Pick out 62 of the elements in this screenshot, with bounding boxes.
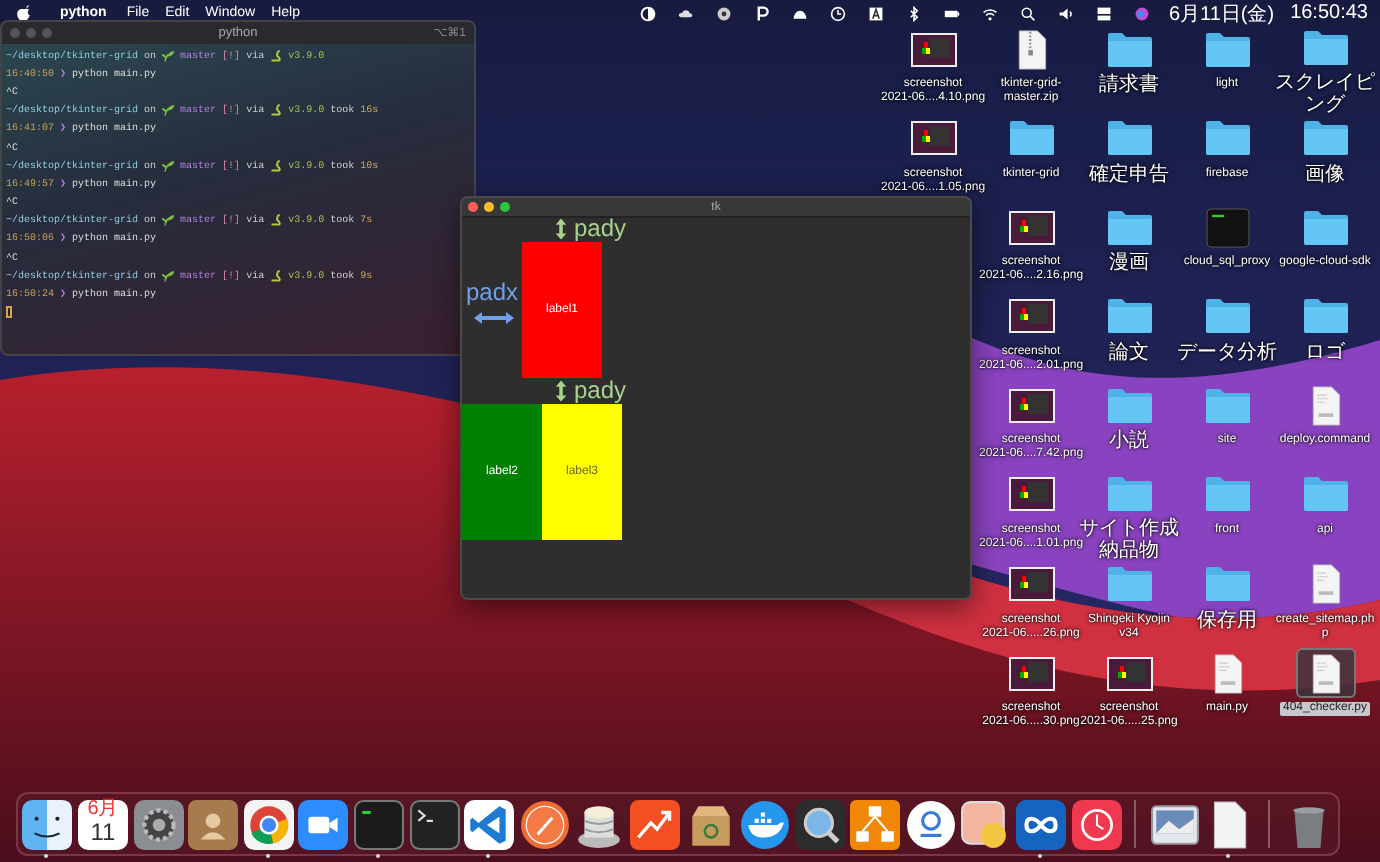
screenshot-thumbnail-icon[interactable] [1007,207,1055,248]
overlapping-squares-icon[interactable] [960,799,1011,849]
annotation-label: padx [466,282,519,304]
menu-date[interactable]: 6月11日(金) [1168,0,1275,27]
screenshot-thumbnail-icon[interactable] [1007,474,1055,515]
close-button[interactable] [468,202,478,212]
image-icon[interactable] [1149,799,1200,849]
sprout-icon [162,49,175,62]
rocket-icon[interactable] [519,799,570,849]
batt-status-icon[interactable] [943,5,960,21]
gear-icon[interactable] [133,799,184,849]
disc-status-icon[interactable] [715,5,732,21]
screenshot-thumbnail-icon[interactable] [1007,296,1055,337]
sprout-icon [162,104,175,117]
file-name[interactable]: 請求書 [1075,74,1183,96]
calendar-month: 6月 [87,799,119,819]
menu-time[interactable]: 16:50:43 [1290,2,1368,24]
calendar-icon[interactable]: 6月 11 [77,799,128,849]
file-name[interactable]: 確定申告 [1075,163,1183,186]
half-status-icon[interactable] [639,5,656,21]
file-name[interactable]: 画像 [1271,163,1379,186]
annotation-label: pady [574,218,627,240]
diagram-icon[interactable] [850,799,901,849]
screenshot-thumbnail-icon[interactable] [1007,564,1055,605]
sprout-icon [162,269,175,282]
infinity-icon[interactable] [1016,799,1067,849]
terminal-icon[interactable] [353,799,404,849]
video-camera-icon[interactable] [298,799,349,849]
siri-status-icon[interactable] [1133,5,1150,21]
snake-icon [270,214,283,227]
terminal-icon[interactable] [409,799,460,849]
search-status-icon[interactable] [1019,5,1036,21]
sprout-icon [162,214,175,227]
clock-status-icon[interactable] [829,5,846,21]
clock-icon[interactable] [1071,799,1122,849]
zoom-button[interactable] [500,202,510,212]
face-icon[interactable] [22,799,73,849]
screenshot-thumbnail-icon[interactable] [909,29,957,69]
snake-icon [270,49,283,62]
screenshot-thumbnail-icon[interactable] [909,118,957,159]
snake-icon [270,159,283,172]
whale-icon[interactable] [740,799,791,849]
annotation-label: pady [574,380,627,402]
speaker-status-icon[interactable] [1057,5,1074,21]
screenshot-thumbnail-icon[interactable] [1007,385,1055,426]
snake-icon [270,269,283,282]
apple-icon[interactable] [16,3,32,23]
screenshot-thumbnail-icon[interactable] [1105,653,1153,694]
file-name[interactable]: データ分析 [1173,341,1281,364]
file-name[interactable]: スクレイピング [1271,71,1379,116]
minimize-button[interactable] [484,202,494,212]
screenshot-thumbnail-icon[interactable] [1007,653,1055,694]
snake-icon [270,104,283,117]
sprout-icon [162,159,175,172]
calendar-day: 11 [90,819,116,845]
person-circle-icon[interactable] [905,799,956,849]
code-editor-icon[interactable] [464,799,515,849]
address-book-icon[interactable] [188,799,239,849]
wifi-status-icon[interactable] [981,5,998,21]
browser-icon[interactable] [243,799,294,849]
magnifier-icon[interactable] [795,799,846,849]
cloud-status-icon[interactable] [677,5,694,21]
